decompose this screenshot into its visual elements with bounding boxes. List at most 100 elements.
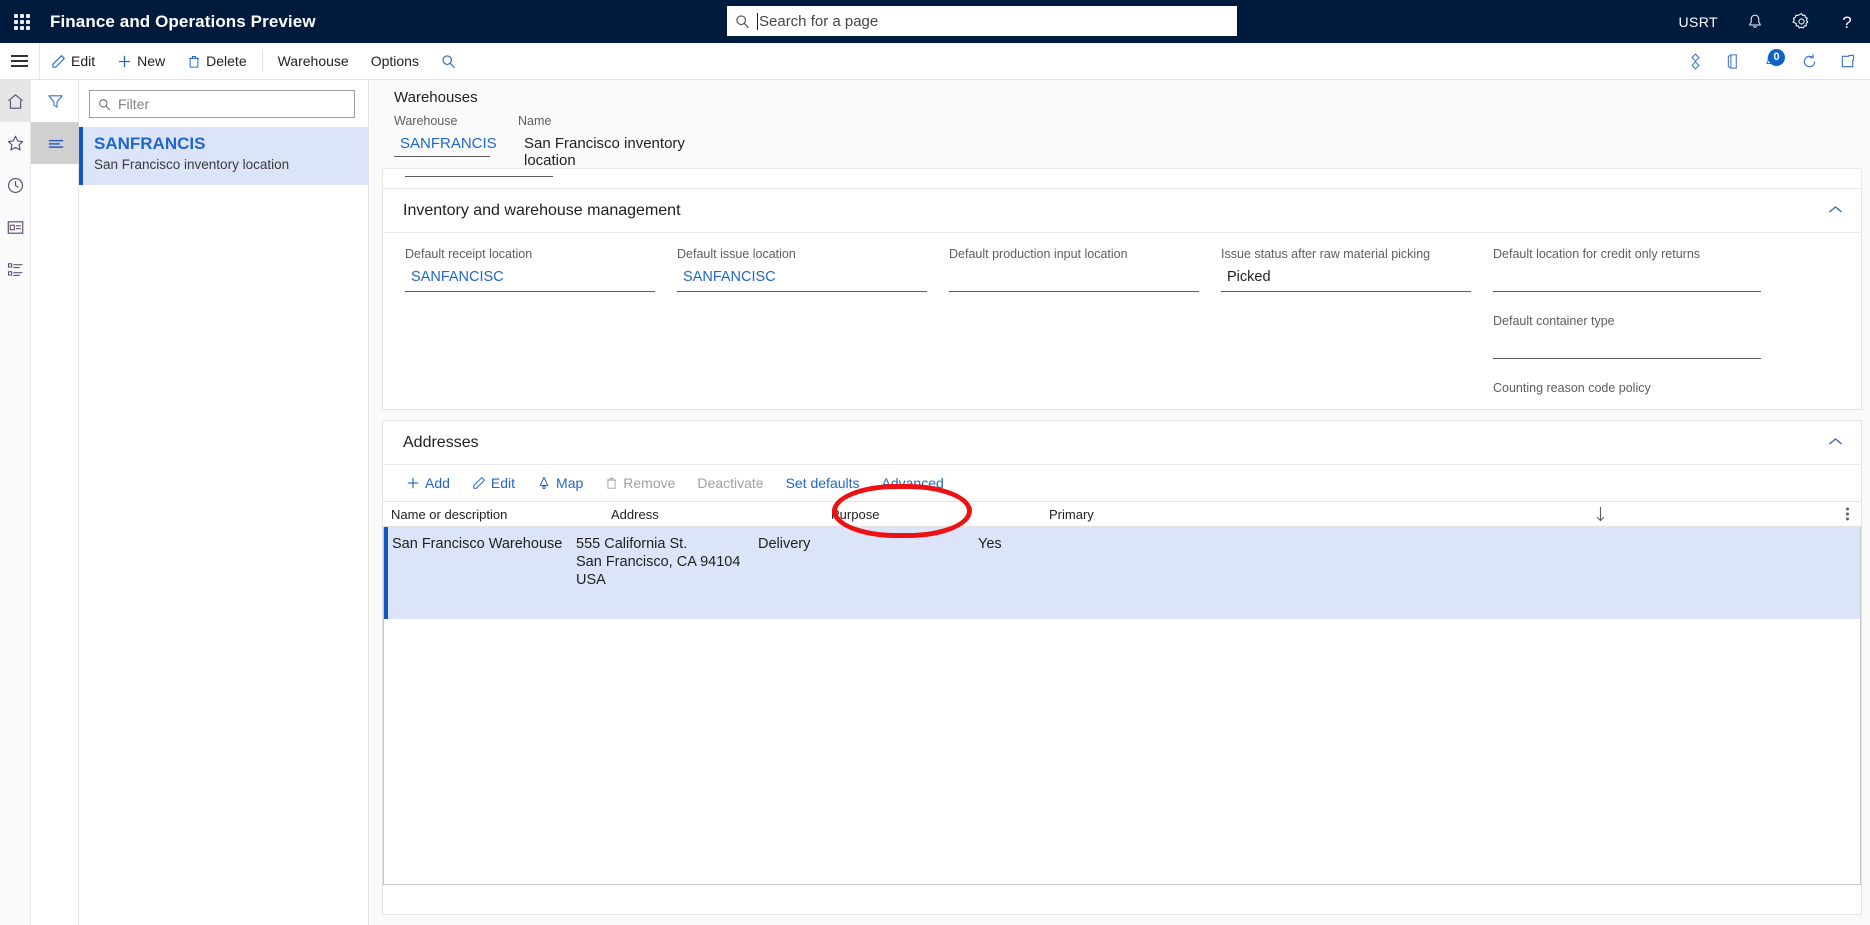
address-line-3: USA — [576, 572, 606, 588]
new-button-label: New — [137, 53, 166, 69]
advanced-button[interactable]: Advanced — [871, 468, 955, 498]
issue-status-after-raw-material-picking-value[interactable]: Picked — [1221, 267, 1471, 292]
svg-text:?: ? — [1842, 13, 1851, 32]
chevron-up-icon[interactable] — [1828, 202, 1843, 220]
set-defaults-button[interactable]: Set defaults — [775, 468, 871, 498]
search-icon — [98, 98, 111, 111]
edit-button-label: Edit — [71, 53, 96, 69]
list-item-title: SANFRANCIS — [94, 134, 206, 153]
open-in-office-icon[interactable] — [1714, 44, 1752, 80]
pencil-icon — [52, 54, 65, 68]
pencil-icon — [473, 477, 485, 489]
warehouse-field: Warehouse SANFRANCIS — [394, 114, 497, 174]
default-issue-location-field: Default issue location SANFANCISC — [677, 247, 927, 292]
column-header-purpose[interactable]: Purpose — [823, 507, 1041, 522]
sidebar-item-modules[interactable] — [0, 248, 31, 290]
column-header-primary[interactable]: Primary — [1041, 507, 1261, 522]
default-location-credit-only-returns-value[interactable] — [1493, 267, 1761, 292]
page-header: Warehouses — [370, 80, 1870, 106]
section-fields-grid: Default receipt location SANFANCISC Defa… — [383, 233, 1861, 448]
default-production-input-location-label: Default production input location — [949, 247, 1128, 261]
modules-list-icon — [7, 262, 23, 276]
sidebar-item-favorites[interactable] — [0, 122, 31, 164]
question-mark-icon[interactable]: ? — [1824, 0, 1870, 43]
attachments-icon[interactable] — [1676, 44, 1714, 80]
remove-address-button: Remove — [594, 468, 686, 498]
global-search-input[interactable]: Search for a page — [727, 6, 1237, 36]
column-header-name-or-description[interactable]: Name or description — [383, 507, 603, 522]
refresh-icon[interactable] — [1790, 44, 1828, 80]
edit-address-label: Edit — [490, 475, 516, 491]
address-line-1: 555 California St. — [576, 536, 688, 552]
addresses-section: Addresses Add Edit Map Remove Deactivate… — [382, 420, 1862, 915]
user-initials[interactable]: USRT — [1665, 0, 1732, 43]
default-receipt-location-field: Default receipt location SANFANCISC — [405, 247, 655, 292]
delete-button[interactable]: Delete — [176, 43, 257, 79]
top-navigation-bar: Finance and Operations Preview Search fo… — [0, 0, 1870, 43]
list-lines-icon[interactable] — [31, 122, 79, 164]
add-address-label: Add — [425, 475, 450, 491]
warehouse-field-value[interactable]: SANFRANCIS — [394, 133, 497, 157]
chevron-up-icon[interactable] — [1828, 434, 1843, 452]
filter-funnel-icon[interactable] — [31, 80, 79, 122]
new-button[interactable]: New — [106, 43, 176, 79]
sidebar-item-workspaces[interactable] — [0, 206, 31, 248]
section-header[interactable]: Inventory and warehouse management — [383, 189, 1861, 233]
trash-icon — [607, 477, 617, 489]
left-navigation-rail — [0, 80, 31, 925]
field-underline — [405, 176, 553, 177]
map-address-label: Map — [556, 475, 584, 491]
addresses-grid-toolbar: Add Edit Map Remove Deactivate Set defau… — [383, 465, 1861, 501]
list-item[interactable]: SANFRANCIS San Francisco inventory locat… — [79, 127, 369, 185]
options-menu-button[interactable]: Options — [360, 43, 430, 79]
map-address-button[interactable]: Map — [526, 468, 594, 498]
edit-button[interactable]: Edit — [40, 43, 106, 79]
cell-name-or-description: San Francisco Warehouse — [392, 536, 563, 552]
table-row[interactable]: San Francisco Warehouse 555 California S… — [384, 527, 1860, 619]
command-bar: Edit New Delete Warehouse Options 0 — [0, 43, 1870, 80]
default-receipt-location-label: Default receipt location — [405, 247, 533, 261]
home-icon — [8, 93, 23, 109]
name-field: Name San Francisco inventory location — [518, 114, 734, 174]
toolbar-search-icon[interactable] — [430, 43, 467, 79]
trash-icon — [189, 55, 200, 68]
field-column-4: Issue status after raw material picking … — [1221, 247, 1493, 448]
column-header-address[interactable]: Address — [603, 507, 823, 522]
filter-input[interactable]: Filter — [89, 90, 355, 118]
counting-reason-code-policy-label: Counting reason code policy — [1493, 381, 1651, 395]
warehouse-field-label: Warehouse — [394, 114, 458, 128]
warehouse-menu-button[interactable]: Warehouse — [267, 43, 360, 79]
default-issue-location-value[interactable]: SANFANCISC — [677, 267, 927, 292]
field-column-2: Default issue location SANFANCISC — [677, 247, 949, 448]
default-production-input-location-value[interactable] — [949, 267, 1199, 292]
addresses-section-header[interactable]: Addresses — [383, 421, 1861, 465]
add-address-button[interactable]: Add — [395, 468, 461, 498]
field-column-1: Default receipt location SANFANCISC — [405, 247, 677, 448]
page-header-fields: Warehouse SANFRANCIS Name San Francisco … — [370, 106, 1870, 174]
edit-address-button[interactable]: Edit — [461, 468, 526, 498]
sidebar-item-home[interactable] — [0, 80, 31, 122]
filter-input-placeholder: Filter — [118, 96, 150, 112]
cell-primary: Yes — [978, 536, 1002, 552]
gear-icon[interactable] — [1778, 0, 1824, 43]
page-title: Warehouses — [394, 89, 478, 106]
list-item-subtitle: San Francisco inventory location — [94, 157, 290, 172]
notifications-icon[interactable]: 0 — [1752, 44, 1790, 80]
sidebar-item-recent[interactable] — [0, 164, 31, 206]
map-pin-icon — [539, 476, 549, 490]
default-receipt-location-value[interactable]: SANFANCISC — [405, 267, 655, 292]
app-launcher-icon[interactable] — [0, 0, 44, 43]
default-container-type-field: Default container type — [1493, 314, 1761, 359]
issue-status-after-raw-material-picking-label: Issue status after raw material picking — [1221, 247, 1431, 261]
hamburger-icon[interactable] — [0, 43, 40, 79]
plus-icon — [119, 55, 131, 67]
default-container-type-value[interactable] — [1493, 334, 1761, 359]
sort-descending-arrow-icon[interactable] — [1595, 506, 1606, 526]
vertical-ellipsis-icon[interactable] — [1846, 507, 1849, 521]
bell-icon[interactable] — [1732, 0, 1778, 43]
cell-address: 555 California St. San Francisco, CA 941… — [572, 535, 754, 619]
remove-address-label: Remove — [623, 475, 676, 491]
notification-badge-count: 0 — [1768, 48, 1785, 66]
main-content-area: Warehouses Warehouse SANFRANCIS Name San… — [370, 80, 1870, 925]
open-new-window-icon[interactable] — [1828, 44, 1866, 80]
